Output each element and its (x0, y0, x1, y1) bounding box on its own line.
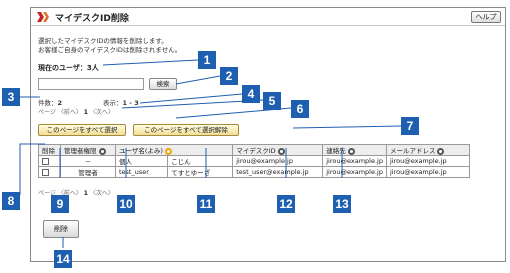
username-cell: test_user (114, 166, 169, 178)
row-delete-cell (38, 166, 61, 178)
pager-current-page: 1 (83, 190, 88, 197)
help-button[interactable]: ヘルプ (471, 11, 501, 23)
sort-active-icon[interactable] (164, 147, 172, 155)
delete-button[interactable]: 削除 (43, 220, 79, 238)
email-cell: jirou@example.jp (385, 166, 471, 178)
mydesk-id-cell: test_user@example.jp (232, 166, 324, 178)
mydesk-id-cell: jirou@example.jp (232, 155, 324, 167)
display-range: 表示：1 - 3 (103, 97, 139, 107)
pager-bottom: ページ 〈前へ〉 1 〈次へ〉 (38, 188, 114, 197)
col-admin-label: 管理者権限 (64, 147, 97, 155)
pager-next-link[interactable]: 〈次へ〉 (90, 109, 114, 116)
delete-checkbox[interactable] (42, 168, 49, 176)
sort-icon[interactable] (277, 147, 285, 155)
callout-badge-9: 9 (51, 195, 69, 213)
pager-next-link[interactable]: 〈次へ〉 (90, 190, 114, 197)
sort-icon[interactable] (98, 147, 106, 155)
select-all-on-page-button[interactable]: このページをすべて選択 (38, 124, 126, 136)
email-cell: jirou@example.jp (385, 155, 471, 167)
callout-badge-10: 10 (117, 195, 135, 213)
title-marker-icon (37, 12, 49, 22)
sort-icon[interactable] (437, 147, 445, 155)
callout-badge-14: 14 (54, 250, 72, 268)
result-count-label: 件数： (38, 99, 58, 107)
callout-badge-12: 12 (277, 195, 295, 213)
username-cell: 個人 (114, 155, 169, 167)
col-contact-label: 連絡先 (326, 147, 346, 155)
col-header-username[interactable]: ユーザ名(よみ) (114, 144, 234, 156)
description-line-2: お客様ご自身のマイデスクIDは削除されません。 (38, 46, 182, 54)
username-reading-cell: てすとゆーざ (167, 166, 234, 178)
col-email-label: メールアドレス (389, 147, 436, 155)
current-users-label: 現在のユーザ：3人 (38, 64, 99, 72)
display-range-label: 表示： (103, 99, 123, 107)
callout-badge-8: 8 (2, 192, 20, 210)
col-mydesk-id-label: マイデスクID (236, 147, 276, 155)
col-delete-label: 削除 (42, 147, 55, 155)
result-count: 件数：2 (38, 97, 62, 107)
result-count-value: 2 (57, 99, 63, 107)
col-header-email[interactable]: メールアドレス (385, 144, 471, 156)
pager-label: ページ (38, 109, 56, 116)
page-title: マイデスクID削除 (55, 14, 129, 24)
username-reading-cell: こじん (167, 155, 234, 167)
callout-badge-4: 4 (242, 85, 260, 103)
sort-icon[interactable] (347, 147, 355, 155)
pager-current-page: 1 (83, 109, 88, 116)
contact-cell: jirou@example.jp (322, 166, 387, 178)
table-header-row: 削除 管理者権限 ユーザ名(よみ) マイデスクID 連絡先 メールアドレス (38, 144, 471, 156)
contact-cell: jirou@example.jp (322, 155, 387, 167)
admin-cell: 管理者 (60, 166, 116, 178)
display-range-value: 1 - 3 (122, 99, 139, 107)
callout-badge-1: 1 (198, 51, 216, 69)
search-input[interactable] (38, 78, 144, 90)
row-delete-cell (38, 155, 61, 167)
table-row: 管理者 test_user てすとゆーざ test_user@example.j… (38, 166, 471, 178)
col-username-label: ユーザ名(よみ) (119, 147, 163, 155)
col-header-contact[interactable]: 連絡先 (322, 144, 387, 156)
pager-top: ページ 〈前へ〉 1 〈次へ〉 (38, 107, 114, 116)
callout-badge-7: 7 (401, 117, 419, 135)
col-header-admin[interactable]: 管理者権限 (60, 144, 116, 156)
callout-badge-11: 11 (197, 195, 215, 213)
delete-checkbox[interactable] (42, 157, 49, 165)
title-bar: マイデスクID削除 ヘルプ (31, 8, 505, 26)
table-row: － 個人 こじん jirou@example.jp jirou@example.… (38, 155, 471, 167)
callout-badge-2: 2 (220, 67, 238, 85)
users-table: 削除 管理者権限 ユーザ名(よみ) マイデスクID 連絡先 メールアドレス － … (38, 144, 471, 178)
delete-mydesk-id-panel: マイデスクID削除 ヘルプ 選択したマイデスクIDの情報を削除します。 お客様ご… (30, 7, 506, 262)
admin-cell: － (60, 155, 116, 167)
callout-badge-6: 6 (291, 100, 309, 118)
callout-badge-13: 13 (333, 195, 351, 213)
callout-badge-5: 5 (263, 92, 281, 110)
callout-badge-3: 3 (2, 88, 20, 106)
col-header-delete: 削除 (38, 144, 61, 156)
search-button[interactable]: 検索 (149, 78, 177, 90)
pager-prev-link[interactable]: 〈前へ〉 (58, 109, 82, 116)
col-header-mydesk-id[interactable]: マイデスクID (232, 144, 324, 156)
deselect-all-on-page-button[interactable]: このページをすべて選択解除 (133, 124, 239, 136)
